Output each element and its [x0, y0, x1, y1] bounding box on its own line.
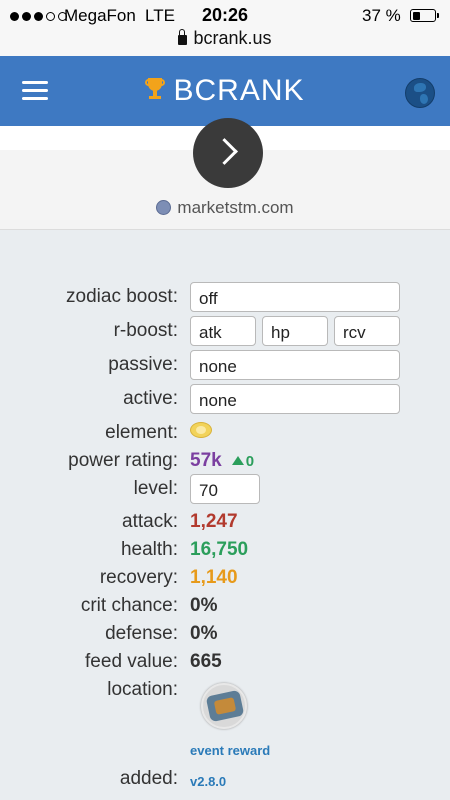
up-arrow-icon — [231, 456, 244, 465]
power-rating-number: 57k — [190, 450, 222, 471]
active-field[interactable]: none — [190, 384, 400, 414]
passive-field[interactable]: none — [190, 350, 400, 380]
power-rating-value: 57k 0 — [190, 450, 254, 472]
health-value: 16,750 — [190, 539, 249, 560]
address-bar[interactable]: bcrank.us — [0, 28, 450, 49]
feed-value-label: feed value: — [85, 651, 178, 672]
crit-chance-label: crit chance: — [80, 595, 178, 616]
row-zodiac-boost: zodiac boost: off — [0, 282, 450, 312]
r-boost-rcv-field[interactable]: rcv — [334, 316, 400, 346]
row-health: health: 16,750 — [0, 535, 450, 563]
element-icon — [190, 422, 212, 438]
source-text: marketstm.com — [177, 198, 294, 217]
added-label: added: — [119, 768, 178, 789]
event-reward-link[interactable]: event reward — [190, 743, 270, 758]
row-crit-chance: crit chance: 0% — [0, 591, 450, 619]
row-passive: passive: none — [0, 350, 450, 380]
battery-percent: 37 % — [362, 6, 401, 25]
zodiac-boost-field[interactable]: off — [190, 282, 400, 312]
r-boost-label: r-boost: — [113, 320, 178, 341]
health-label: health: — [120, 539, 178, 560]
brand-name: BCRANK — [173, 74, 305, 107]
source-link[interactable]: marketstm.com — [0, 198, 450, 218]
row-defense: defense: 0% — [0, 619, 450, 647]
crit-chance-value: 0% — [190, 595, 218, 616]
next-button[interactable] — [193, 118, 263, 188]
web-icon — [156, 200, 172, 215]
row-attack: attack: 1,247 — [0, 507, 450, 535]
globe-icon[interactable] — [405, 78, 435, 108]
row-recovery: recovery: 1,140 — [0, 563, 450, 591]
brand-logo[interactable]: BCRANK — [0, 74, 450, 108]
row-r-boost: r-boost: atk hp rcv — [0, 316, 450, 346]
zodiac-boost-label: zodiac boost: — [66, 286, 178, 307]
location-label: location: — [107, 679, 178, 700]
recovery-value: 1,140 — [190, 567, 238, 588]
r-boost-atk-field[interactable]: atk — [190, 316, 256, 346]
trophy-icon — [145, 76, 166, 102]
level-field[interactable]: 70 — [190, 474, 260, 504]
power-rating-delta: 0 — [245, 453, 255, 470]
status-bar: MegaFon LTE 20:26 37 % bcrank.us — [0, 0, 450, 56]
feed-value-value: 665 — [190, 651, 222, 672]
level-label: level: — [133, 478, 178, 499]
defense-label: defense: — [105, 623, 178, 644]
row-power-rating: power rating: 57k 0 — [0, 446, 450, 474]
location-thumbnail[interactable] — [201, 683, 247, 729]
battery-icon — [410, 9, 436, 22]
recovery-label: recovery: — [99, 567, 178, 588]
element-label: element: — [105, 422, 178, 443]
power-rating-label: power rating: — [68, 450, 178, 471]
version-link[interactable]: v2.8.0 — [190, 774, 226, 789]
lock-icon — [178, 29, 188, 45]
url-text: bcrank.us — [193, 28, 272, 48]
attack-value: 1,247 — [190, 511, 238, 532]
passive-label: passive: — [108, 354, 178, 375]
row-level: level: 70 — [0, 474, 450, 504]
defense-value: 0% — [190, 623, 218, 644]
active-label: active: — [123, 388, 178, 409]
row-feed-value: feed value: 665 — [0, 647, 450, 675]
r-boost-hp-field[interactable]: hp — [262, 316, 328, 346]
top-navbar: BCRANK — [0, 56, 450, 126]
row-element: element: — [0, 418, 450, 446]
row-active: active: none — [0, 384, 450, 414]
attack-label: attack: — [122, 511, 178, 532]
